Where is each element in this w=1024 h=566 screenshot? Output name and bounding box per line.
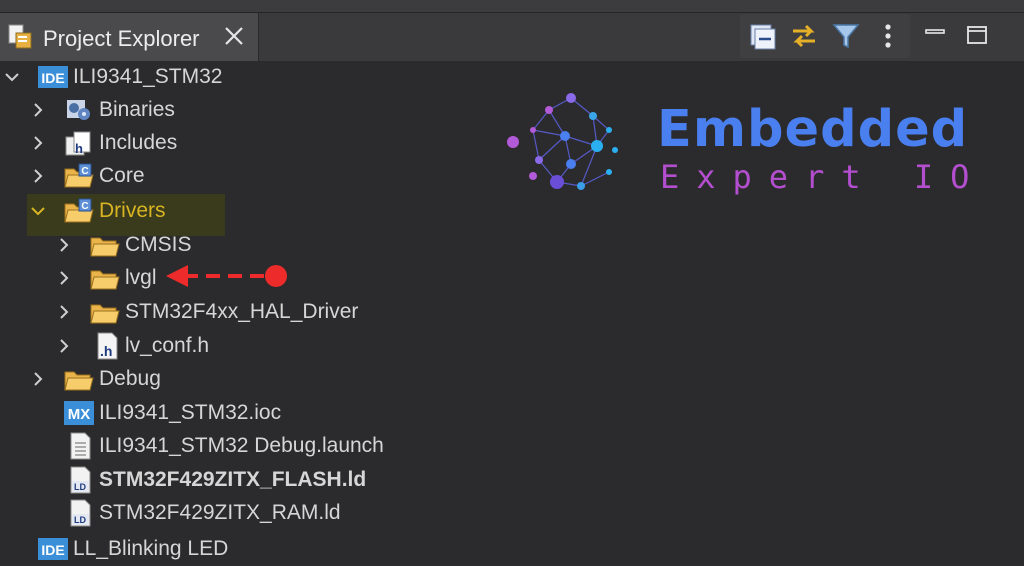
svg-text:MX: MX <box>68 406 91 423</box>
linker-file-icon: LD <box>70 466 91 494</box>
tree-item-label: lvgl <box>125 266 157 289</box>
tree-item-flash-ld[interactable]: LD STM32F429ZITX_FLASH.ld <box>0 464 600 497</box>
folder-icon <box>90 304 120 324</box>
tree-item-label: ILI9341_STM32 Debug.launch <box>99 434 384 457</box>
close-icon[interactable] <box>220 22 248 50</box>
ide-project-icon: IDE <box>38 538 68 560</box>
embedded-expert-io-logo: Embedded Expert IO <box>505 90 969 200</box>
tree-item-ll-blinking-led[interactable]: IDE LL_Blinking LED <box>0 533 600 566</box>
tree-item-ram-ld[interactable]: LD STM32F429ZITX_RAM.ld <box>0 497 600 530</box>
tree-item-label: lv_conf.h <box>125 334 210 357</box>
folder-icon <box>90 237 120 257</box>
project-tree: IDE ILI9341_STM32 Binaries h Includes C … <box>0 61 1024 560</box>
tree-item-lvgl[interactable]: lvgl <box>0 262 600 295</box>
chevron-right-icon[interactable] <box>30 371 46 387</box>
tree-item-launch-file[interactable]: ILI9341_STM32 Debug.launch <box>0 430 600 463</box>
svg-text:.h: .h <box>100 343 112 359</box>
tree-item-label: STM32F429ZITX_RAM.ld <box>99 501 341 524</box>
tree-item-label: LL_Blinking LED <box>73 537 229 560</box>
tree-item-label: ILI9341_STM32.ioc <box>99 401 282 424</box>
tree-item-label: CMSIS <box>125 233 192 256</box>
folder-icon <box>90 270 120 290</box>
tree-item-label: Core <box>99 164 145 187</box>
tree-item-cmsis[interactable]: CMSIS <box>0 229 600 262</box>
includes-icon: h <box>65 131 91 156</box>
tree-item-label: Includes <box>99 131 178 154</box>
tree-item-label: STM32F429ZITX_FLASH.ld <box>99 468 367 491</box>
collapse-all-icon[interactable] <box>746 20 778 52</box>
launch-file-icon <box>70 432 91 460</box>
chevron-right-icon[interactable] <box>30 168 46 184</box>
svg-text:C: C <box>81 166 88 177</box>
svg-text:C: C <box>81 201 88 212</box>
tree-item-label: Drivers <box>99 199 166 222</box>
minimize-icon[interactable] <box>920 20 950 50</box>
chevron-right-icon[interactable] <box>30 102 46 118</box>
chevron-right-icon[interactable] <box>56 237 72 253</box>
svg-text:LD: LD <box>74 515 86 525</box>
tree-item-stm32f4xx-hal-driver[interactable]: STM32F4xx_HAL_Driver <box>0 296 600 329</box>
folder-icon <box>64 371 94 391</box>
svg-text:IDE: IDE <box>41 70 64 86</box>
window-top-bar <box>0 0 1024 13</box>
chevron-right-icon[interactable] <box>56 338 72 354</box>
logo-subtitle: Expert IO <box>660 158 987 196</box>
tab-project-explorer[interactable]: Project Explorer <box>0 13 259 61</box>
ide-project-icon: IDE <box>38 66 68 88</box>
tree-item-lv-conf-h[interactable]: .h lv_conf.h <box>0 330 600 363</box>
tree-item-label: Binaries <box>99 98 175 121</box>
svg-text:h: h <box>75 141 83 156</box>
chevron-down-icon[interactable] <box>4 69 20 85</box>
tree-item-label: Debug <box>99 367 161 390</box>
view-toolbar <box>740 14 910 58</box>
network-brain-icon <box>507 93 618 190</box>
project-explorer-icon <box>8 24 32 49</box>
tree-item-label: ILI9341_STM32 <box>73 65 223 88</box>
svg-text:LD: LD <box>74 482 86 492</box>
tree-item-label: STM32F4xx_HAL_Driver <box>125 300 359 323</box>
view-menu-icon[interactable] <box>872 20 904 52</box>
svg-text:IDE: IDE <box>41 542 64 558</box>
tab-title: Project Explorer <box>43 26 200 51</box>
maximize-icon[interactable] <box>962 20 992 50</box>
binaries-icon <box>67 100 90 120</box>
tree-item-debug[interactable]: Debug <box>0 363 600 396</box>
header-file-icon: .h <box>97 332 118 360</box>
logo-title: Embedded <box>657 100 969 159</box>
source-folder-icon: C <box>64 163 94 188</box>
mx-file-icon: MX <box>64 401 94 425</box>
chevron-down-icon[interactable] <box>30 203 46 219</box>
link-with-editor-icon[interactable] <box>788 20 820 52</box>
tree-item-ioc-file[interactable]: MX ILI9341_STM32.ioc <box>0 397 600 430</box>
chevron-right-icon[interactable] <box>56 270 72 286</box>
view-tab-strip: Project Explorer <box>0 13 1024 62</box>
chevron-right-icon[interactable] <box>56 304 72 320</box>
chevron-right-icon[interactable] <box>30 135 46 151</box>
filter-icon[interactable] <box>830 20 862 52</box>
annotation-arrow <box>166 265 287 287</box>
linker-file-icon: LD <box>70 499 91 527</box>
source-folder-icon: C <box>64 198 94 223</box>
